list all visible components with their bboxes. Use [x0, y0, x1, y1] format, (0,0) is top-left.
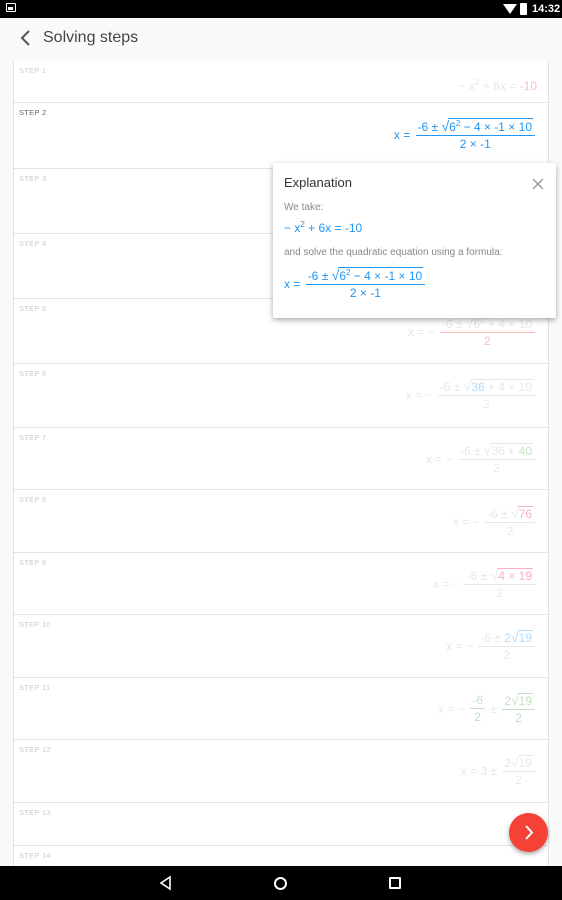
step-label: STEP 10 [19, 620, 51, 629]
explanation-equation: − x2 + 6x = -10 [284, 220, 363, 235]
chevron-right-icon [525, 825, 534, 840]
step-label: STEP 13 [19, 808, 51, 817]
step-row[interactable]: STEP 7 x = − -6 ± √36 + 40 2 [14, 428, 548, 490]
step-row[interactable]: STEP 14 [14, 846, 548, 866]
page-title: Solving steps [43, 29, 139, 46]
nav-home-button[interactable] [274, 877, 287, 890]
step-label: STEP 7 [19, 433, 47, 442]
step-formula: x = − -6 ± √62 + 4 × 10 2 [408, 315, 537, 348]
step-label: STEP 8 [19, 495, 47, 504]
image-notification-icon [6, 3, 16, 12]
step-label: STEP 6 [19, 369, 47, 378]
step-formula: x = 3 ± 2√19 2 [461, 754, 537, 787]
nav-recents-button[interactable] [389, 877, 401, 889]
back-button[interactable] [14, 26, 38, 50]
triangle-back-icon [159, 875, 171, 891]
step-row[interactable]: STEP 10 x = − -6 ± 2√19 2 [14, 615, 548, 678]
step-row[interactable]: STEP 12 x = 3 ± 2√19 2 [14, 740, 548, 803]
explanation-title: Explanation [284, 175, 352, 190]
step-label: STEP 9 [19, 558, 47, 567]
step-formula: x = − -6 2 ± 2√19 2 [438, 692, 537, 725]
step-formula: x = − -6 ± √76 2 [453, 505, 537, 538]
step-formula: x = − -6 ± √36 + 40 2 [426, 442, 537, 475]
app-bar: Solving steps [0, 18, 562, 60]
step-formula: − x2 + 6x = -10 [458, 78, 537, 93]
step-label: STEP 11 [19, 683, 51, 692]
nav-back-button[interactable] [158, 875, 174, 891]
step-formula: x = − -6 ± √36 + 4 × 10 2 [406, 378, 537, 411]
arrow-left-icon [20, 30, 30, 46]
status-bar: 14:32 [0, 0, 562, 18]
explanation-formula: x = -6 ± √62 − 4 × -1 × 10 2 × -1 [284, 267, 427, 300]
step-label: STEP 5 [19, 304, 47, 313]
step-row[interactable]: STEP 8 x = − -6 ± √76 2 [14, 490, 548, 553]
close-button[interactable] [531, 177, 545, 191]
navigation-bar [0, 866, 562, 900]
next-step-button[interactable] [509, 813, 548, 852]
step-label: STEP 12 [19, 745, 51, 754]
explanation-text: and solve the quadratic equation using a… [284, 247, 503, 258]
step-label: STEP 3 [19, 174, 47, 183]
step-label: STEP 1 [19, 66, 47, 75]
step-row[interactable]: STEP 1 − x2 + 6x = -10 [14, 61, 548, 103]
step-row[interactable]: STEP 11 x = − -6 2 ± 2√19 2 [14, 678, 548, 740]
wifi-icon [503, 4, 517, 14]
step-label: STEP 4 [19, 239, 47, 248]
close-icon [532, 178, 544, 190]
step-row[interactable]: STEP 13 x = 3 [14, 803, 548, 846]
step-label: STEP 2 [19, 108, 47, 117]
step-row[interactable]: STEP 9 x = − -6 ± √4 × 19 2 [14, 553, 548, 615]
explanation-intro: We take: [284, 202, 324, 213]
step-formula: x = -6 ± √62 − 4 × -1 × 10 2 × -1 [394, 118, 537, 151]
step-row[interactable]: STEP 6 x = − -6 ± √36 + 4 × 10 2 [14, 364, 548, 428]
battery-icon [520, 3, 527, 15]
clock: 14:32 [532, 3, 561, 15]
step-row[interactable]: STEP 2 x = -6 ± √62 − 4 × -1 × 10 2 × -1 [14, 103, 548, 169]
explanation-card: Explanation We take: − x2 + 6x = -10 and… [273, 163, 556, 318]
step-formula: x = − -6 ± √4 × 19 2 [433, 567, 537, 600]
step-formula: x = − -6 ± 2√19 2 [446, 629, 537, 662]
step-label: STEP 14 [19, 851, 51, 860]
